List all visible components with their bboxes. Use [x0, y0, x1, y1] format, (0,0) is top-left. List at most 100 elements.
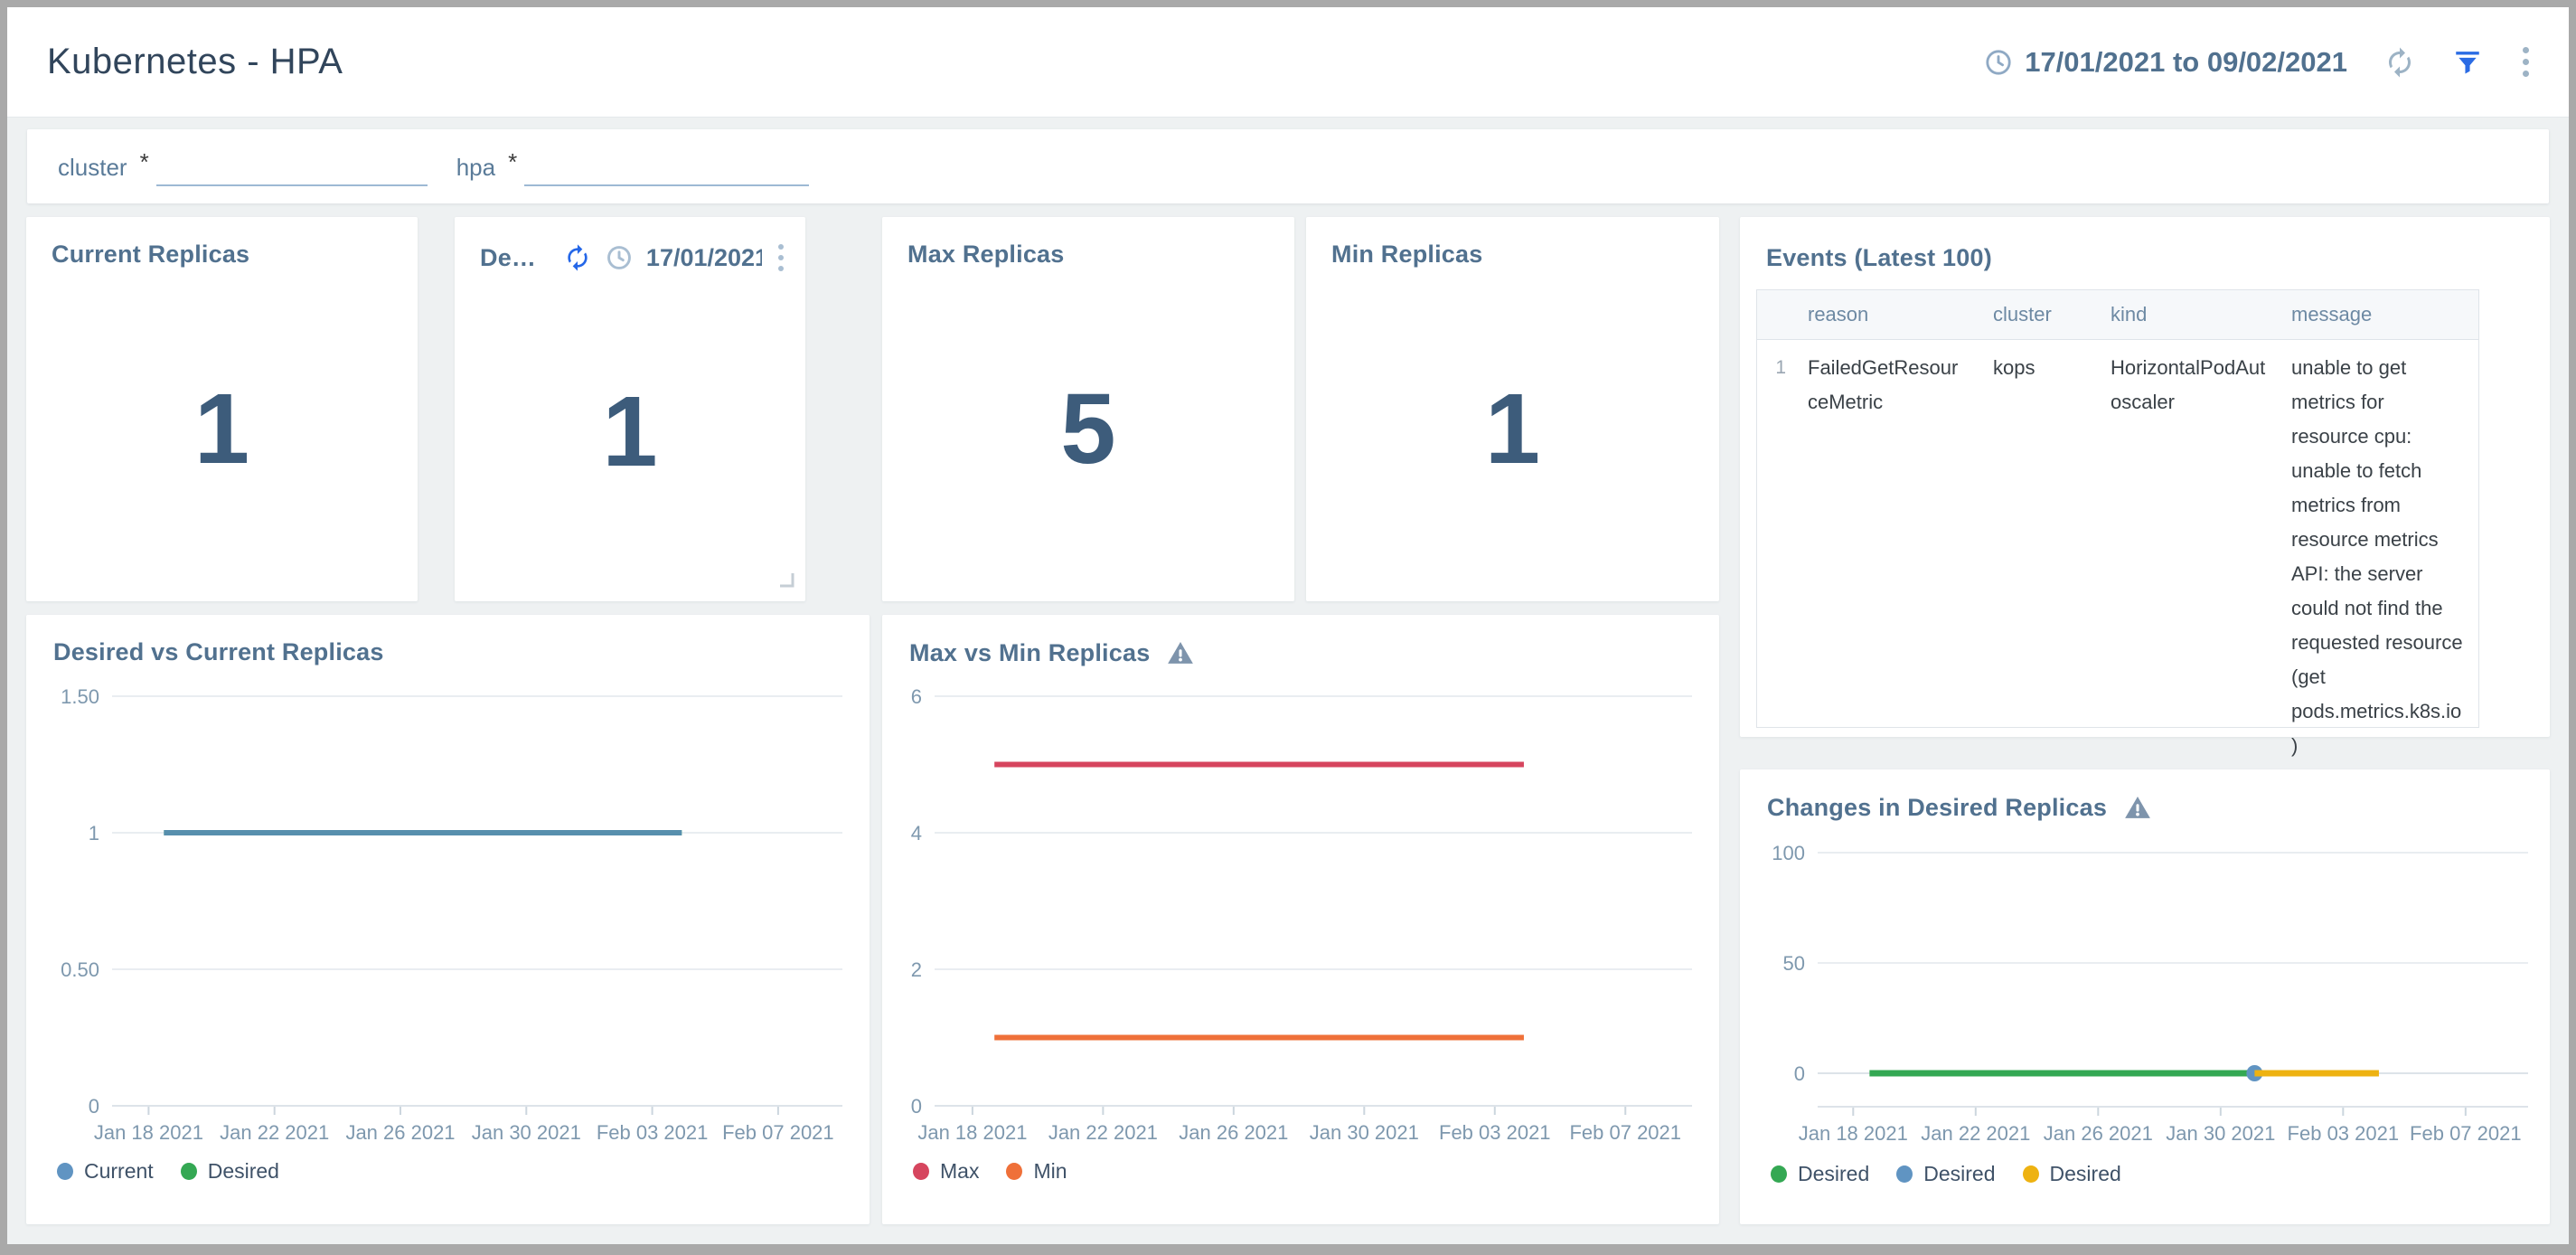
filter-group-hpa: hpa * [456, 146, 810, 186]
legend-label: Desired [207, 1159, 279, 1183]
svg-text:6: 6 [911, 685, 922, 708]
filter-bar: cluster * hpa * [27, 129, 2549, 203]
desired-replicas-value: 1 [602, 376, 658, 487]
svg-text:Feb 03 2021: Feb 03 2021 [597, 1121, 709, 1144]
svg-text:Feb 03 2021: Feb 03 2021 [2288, 1122, 2400, 1145]
chart-plot-area: 100 50 0 Jan 18 2021 Jan 22 2021 Jan 26 2021 J… [1772, 842, 2528, 1145]
legend-item-desired[interactable]: Desired [1771, 1162, 1869, 1186]
legend-dot [1896, 1165, 1913, 1183]
panel-max-vs-min-chart: Max vs Min Replicas 6 4 2 0 Jan 18 2021 Jan 2… [882, 615, 1719, 1224]
panel-title: Max Replicas [907, 241, 1065, 268]
chart-plot-area: 1.50 1 0.50 0 Jan 18 2021 Jan 22 2021 Jan 26 2… [61, 685, 842, 1144]
panel-title: Desi... [480, 243, 547, 271]
svg-text:Jan 18 2021: Jan 18 2021 [1799, 1122, 1908, 1145]
svg-text:2: 2 [911, 958, 922, 981]
svg-text:100: 100 [1772, 842, 1805, 864]
resize-handle-icon[interactable] [776, 570, 796, 594]
panel-events: Events (Latest 100) reason cluster kind mes… [1740, 217, 2550, 780]
svg-text:Feb 07 2021: Feb 07 2021 [722, 1121, 834, 1144]
refresh-icon[interactable] [2383, 46, 2416, 79]
panel-refresh-icon[interactable] [563, 243, 592, 272]
more-options-icon[interactable] [2519, 43, 2533, 80]
svg-text:1.50: 1.50 [61, 685, 99, 708]
panel-desired-replicas[interactable]: Desi... 17/01/2021 t 1 [455, 217, 805, 601]
min-replicas-value: 1 [1484, 373, 1541, 485]
chart-legend: Max Min [913, 1159, 1067, 1184]
svg-text:Feb 07 2021: Feb 07 2021 [2410, 1122, 2522, 1145]
legend-item-current[interactable]: Current [57, 1159, 154, 1184]
legend-label: Current [84, 1159, 154, 1183]
svg-text:Jan 22 2021: Jan 22 2021 [220, 1121, 329, 1144]
legend-dot [180, 1163, 197, 1180]
svg-text:1: 1 [89, 822, 99, 845]
clock-icon [1983, 47, 2014, 78]
svg-text:50: 50 [1783, 952, 1805, 975]
dashboard-window: Kubernetes - HPA 17/01/2021 to 09/02/202… [0, 0, 2576, 1255]
dashboard-header: Kubernetes - HPA 17/01/2021 to 09/02/202… [7, 7, 2569, 118]
svg-text:Jan 18 2021: Jan 18 2021 [917, 1121, 1027, 1144]
hpa-filter-input[interactable] [524, 146, 810, 186]
legend-label: Max [940, 1159, 980, 1183]
events-panel-title: Events (Latest 100) [1766, 244, 1992, 271]
column-header-cluster[interactable]: cluster [1980, 290, 2098, 339]
table-row[interactable]: 1 FailedGetResourceMetric kops HorizontalPo… [1757, 340, 2478, 780]
legend-label: Desired [1923, 1162, 1996, 1185]
panel-max-replicas[interactable]: Max Replicas 5 [882, 217, 1294, 601]
legend-item-min[interactable]: Min [1006, 1159, 1067, 1184]
cluster-required-marker: * [139, 148, 149, 175]
svg-text:Jan 26 2021: Jan 26 2021 [1179, 1121, 1288, 1144]
legend-item-desired[interactable]: Desired [2022, 1162, 2121, 1186]
svg-text:0: 0 [1794, 1062, 1805, 1085]
column-header-reason[interactable]: reason [1795, 290, 1980, 339]
current-replicas-value: 1 [193, 373, 250, 485]
legend-dot [913, 1163, 929, 1180]
svg-text:Jan 26 2021: Jan 26 2021 [2044, 1122, 2153, 1145]
column-header-message[interactable]: message [2279, 290, 2478, 339]
filter-group-cluster: cluster * [58, 146, 428, 186]
svg-text:Jan 22 2021: Jan 22 2021 [1048, 1121, 1158, 1144]
panel-min-replicas[interactable]: Min Replicas 1 [1306, 217, 1719, 601]
legend-label: Desired [1798, 1162, 1870, 1185]
svg-text:Jan 18 2021: Jan 18 2021 [94, 1121, 203, 1144]
svg-text:0: 0 [89, 1095, 99, 1118]
events-table-header: reason cluster kind message [1757, 290, 2478, 340]
legend-item-desired[interactable]: Desired [180, 1159, 279, 1184]
legend-dot [1006, 1163, 1023, 1180]
chart-plot-area: 6 4 2 0 Jan 18 2021 Jan 22 2021 Jan 26 2021 Jan… [911, 685, 1692, 1144]
svg-text:0: 0 [911, 1095, 922, 1118]
panel-current-replicas[interactable]: Current Replicas 1 [26, 217, 418, 601]
panel-clock-icon[interactable] [605, 243, 634, 272]
panel-more-options-icon[interactable] [775, 241, 787, 275]
hpa-filter-label: hpa [456, 154, 496, 181]
cluster-filter-input[interactable] [155, 146, 428, 186]
panel-title: Min Replicas [1331, 241, 1483, 268]
filter-icon[interactable] [2452, 47, 2483, 78]
time-range-control[interactable]: 17/01/2021 to 09/02/2021 [1983, 46, 2347, 79]
cell-idx: 1 [1775, 357, 1786, 378]
max-replicas-value: 5 [1060, 373, 1116, 485]
panel-toolbar: 17/01/2021 t [563, 241, 787, 275]
legend-dot [2022, 1165, 2039, 1183]
legend-item-max[interactable]: Max [913, 1159, 979, 1184]
cell-kind: HorizontalPodAutoscaler [2111, 356, 2266, 413]
chart-legend: Desired Desired Desired [1771, 1162, 2121, 1186]
page-title: Kubernetes - HPA [47, 42, 343, 81]
chart-legend: Current Desired [57, 1159, 279, 1184]
svg-text:Feb 03 2021: Feb 03 2021 [1439, 1121, 1551, 1144]
header-controls: 17/01/2021 to 09/02/2021 [1983, 43, 2533, 80]
panel-changes-desired-chart: Changes in Desired Replicas 100 50 0 Jan 18… [1740, 769, 2550, 1224]
panel-desired-vs-current-chart: Desired vs Current Replicas 1.50 1 0.50 0 Ja… [26, 615, 870, 1224]
legend-item-desired[interactable]: Desired [1896, 1162, 1996, 1186]
cell-reason: FailedGetResourceMetric [1808, 356, 1959, 413]
svg-text:Jan 30 2021: Jan 30 2021 [1310, 1121, 1419, 1144]
svg-text:Jan 30 2021: Jan 30 2021 [2166, 1122, 2275, 1145]
column-header-kind[interactable]: kind [2098, 290, 2279, 339]
cell-cluster: kops [1993, 356, 2035, 379]
svg-text:Jan 26 2021: Jan 26 2021 [345, 1121, 455, 1144]
hpa-required-marker: * [508, 148, 518, 175]
legend-dot [57, 1163, 73, 1180]
panel-time-range[interactable]: 17/01/2021 t [646, 244, 762, 272]
svg-text:4: 4 [911, 822, 922, 845]
events-table: reason cluster kind message 1 FailedGetResour… [1756, 289, 2479, 780]
legend-dot [1771, 1165, 1787, 1183]
